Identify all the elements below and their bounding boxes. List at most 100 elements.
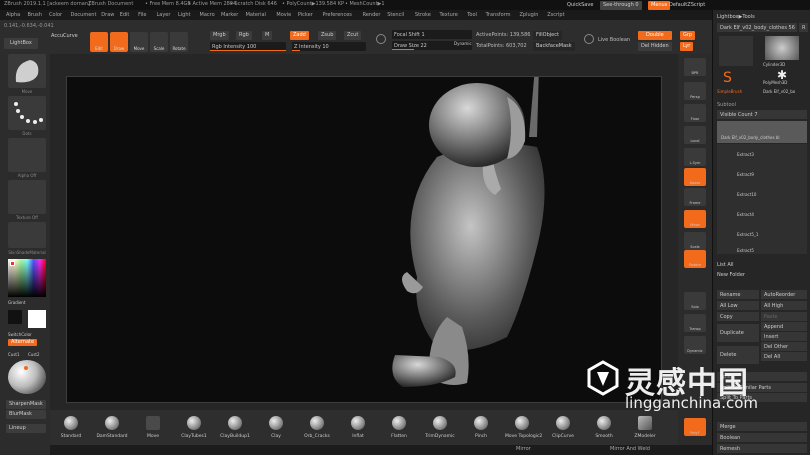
mirror-button[interactable]: Mirror: [516, 447, 531, 452]
new-folder-button[interactable]: New Folder: [717, 272, 807, 280]
menu-item-texture[interactable]: Texture: [440, 13, 458, 18]
menu-item-color[interactable]: Color: [49, 13, 62, 18]
dynamic-view-button[interactable]: Dynamic: [684, 336, 706, 354]
mirror-weld-button[interactable]: Mirror And Weld: [610, 447, 650, 452]
menu-item-macro[interactable]: Macro: [200, 13, 215, 18]
cust1-button[interactable]: Cust1: [8, 352, 22, 357]
brush-smooth[interactable]: Smooth: [587, 414, 621, 444]
switchcolor-button[interactable]: SwitchColor: [8, 332, 46, 337]
append-button[interactable]: Append: [761, 322, 807, 331]
mrgb-button[interactable]: Mrgb: [210, 31, 229, 40]
menu-item-material[interactable]: Material: [246, 13, 266, 18]
del-hidden-button[interactable]: Del Hidden: [638, 42, 672, 51]
material-sphere-icon[interactable]: [8, 360, 46, 394]
brush-pinch[interactable]: Pinch: [464, 414, 498, 444]
quicksave-button[interactable]: QuickSave: [564, 1, 596, 10]
subtool-header[interactable]: Subtool: [717, 102, 807, 110]
3d-viewport[interactable]: [66, 67, 662, 403]
menu-item-stencil[interactable]: Stencil: [387, 13, 404, 18]
auto-reorder-button[interactable]: AutoReorder: [761, 290, 807, 299]
brush-flatten[interactable]: Flatten: [382, 414, 416, 444]
draw-tool-button[interactable]: Draw: [110, 32, 128, 52]
alpha-slot[interactable]: [8, 138, 46, 172]
menu-item-marker[interactable]: Marker: [221, 13, 238, 18]
menu-item-file[interactable]: File: [138, 13, 146, 18]
double-button[interactable]: Double: [638, 31, 672, 40]
cylinder3d-icon[interactable]: [765, 36, 799, 60]
brush-claytubes1[interactable]: ClayTubes1: [177, 414, 211, 444]
m-button[interactable]: M: [262, 31, 273, 40]
xpose-button[interactable]: Xpose: [684, 168, 706, 186]
menu-item-layer[interactable]: Layer: [157, 13, 171, 18]
lineup-button[interactable]: Lineup: [6, 424, 46, 433]
menu-item-tool[interactable]: Tool: [467, 13, 477, 18]
menu-item-stroke[interactable]: Stroke: [415, 13, 431, 18]
lightbox-button[interactable]: LightBox: [4, 38, 38, 49]
subtool-name[interactable]: Extract10: [737, 192, 797, 200]
zcut-button[interactable]: Zcut: [344, 31, 362, 40]
edit-tool-button[interactable]: Edit: [90, 32, 108, 52]
polyf-button[interactable]: PolyF: [684, 418, 706, 436]
lightbox-tools-button[interactable]: Lightbox▶Tools: [717, 14, 807, 22]
menu-item-light[interactable]: Light: [178, 13, 190, 18]
menu-item-picker[interactable]: Picker: [298, 13, 313, 18]
brush-claybuildup1[interactable]: ClayBuildup1: [218, 414, 252, 444]
zsub-button[interactable]: Zsub: [318, 31, 337, 40]
remesh-button[interactable]: Remesh: [717, 444, 807, 453]
subtool-row-active[interactable]: Dark Elf_v02_body_clothes bl: [717, 121, 807, 143]
menu-item-edit[interactable]: Edit: [120, 13, 130, 18]
subtool-name[interactable]: Extract3: [737, 152, 797, 160]
live-boolean-button[interactable]: Live Boolean: [598, 38, 630, 43]
cust2-button[interactable]: Cust2: [28, 352, 42, 357]
simplebrush-icon[interactable]: S: [723, 70, 732, 86]
current-tool-slider[interactable]: Dark Elf_v02_body_clothes 56: [717, 23, 797, 32]
brush-damstandard[interactable]: DamStandard: [95, 414, 129, 444]
polymesh-star-icon[interactable]: ✱: [777, 68, 787, 82]
menu-item-brush[interactable]: Brush: [28, 13, 42, 18]
fill-object-button[interactable]: FillObject: [533, 31, 562, 40]
scale-tool-button[interactable]: Scale: [150, 32, 168, 52]
persp-button[interactable]: Persp: [684, 82, 706, 100]
tool-thumb-head[interactable]: [719, 36, 753, 66]
frame-button[interactable]: Frame: [684, 188, 706, 206]
all-low-button[interactable]: All Low: [717, 301, 759, 310]
gradient-label[interactable]: Gradient: [8, 300, 46, 305]
brush-trimdynamic[interactable]: TrimDynamic: [423, 414, 457, 444]
brush-clay[interactable]: Clay: [259, 414, 293, 444]
texture-slot[interactable]: [8, 180, 46, 214]
brush-zmodeler[interactable]: ZModeler: [628, 414, 662, 444]
brush-standard[interactable]: Standard: [54, 414, 88, 444]
list-all-button[interactable]: List All: [717, 262, 807, 270]
stroke-slot[interactable]: [8, 96, 46, 130]
subtool-name[interactable]: Extract5: [737, 248, 797, 256]
all-high-button[interactable]: All High: [761, 301, 807, 310]
blur-mask-button[interactable]: BlurMask: [6, 410, 46, 419]
brush-slot[interactable]: [8, 54, 46, 88]
z-intensity-slider[interactable]: Z Intensity 10: [292, 42, 366, 51]
paste-button[interactable]: Paste: [761, 312, 807, 321]
menu-item-alpha[interactable]: Alpha: [6, 13, 20, 18]
grp-button[interactable]: Grp: [680, 31, 696, 40]
insert-button[interactable]: Insert: [761, 332, 807, 341]
brush-clipcurve[interactable]: ClipCurve: [546, 414, 580, 444]
dynamic-label[interactable]: Dynamic: [454, 42, 472, 46]
alternate-button[interactable]: Alternate: [8, 339, 38, 346]
rgb-intensity-slider[interactable]: Rgb Intensity 100: [210, 42, 286, 51]
subtool-name[interactable]: Extract4: [737, 212, 797, 220]
rename-button[interactable]: Rename: [717, 290, 759, 299]
brush-orb-cracks[interactable]: Orb_Cracks: [300, 414, 334, 444]
menu-item-zplugin[interactable]: Zplugin: [520, 13, 539, 18]
secondary-color-swatch[interactable]: [8, 310, 22, 324]
floor-button[interactable]: Floor: [684, 104, 706, 122]
primary-color-swatch[interactable]: [28, 310, 46, 328]
move-view-button[interactable]: Move: [684, 210, 706, 228]
menu-item-movie[interactable]: Movie: [276, 13, 291, 18]
copy-button[interactable]: Copy: [717, 312, 759, 321]
rotate-view-button[interactable]: Rotate: [684, 250, 706, 268]
solo-button[interactable]: Solo: [684, 292, 706, 310]
menu-item-draw[interactable]: Draw: [101, 13, 114, 18]
menu-item-document[interactable]: Document: [71, 13, 97, 18]
merge-button[interactable]: Merge: [717, 422, 807, 431]
brush-inflat[interactable]: Inflat: [341, 414, 375, 444]
lyr-button[interactable]: Lyr: [680, 42, 694, 51]
